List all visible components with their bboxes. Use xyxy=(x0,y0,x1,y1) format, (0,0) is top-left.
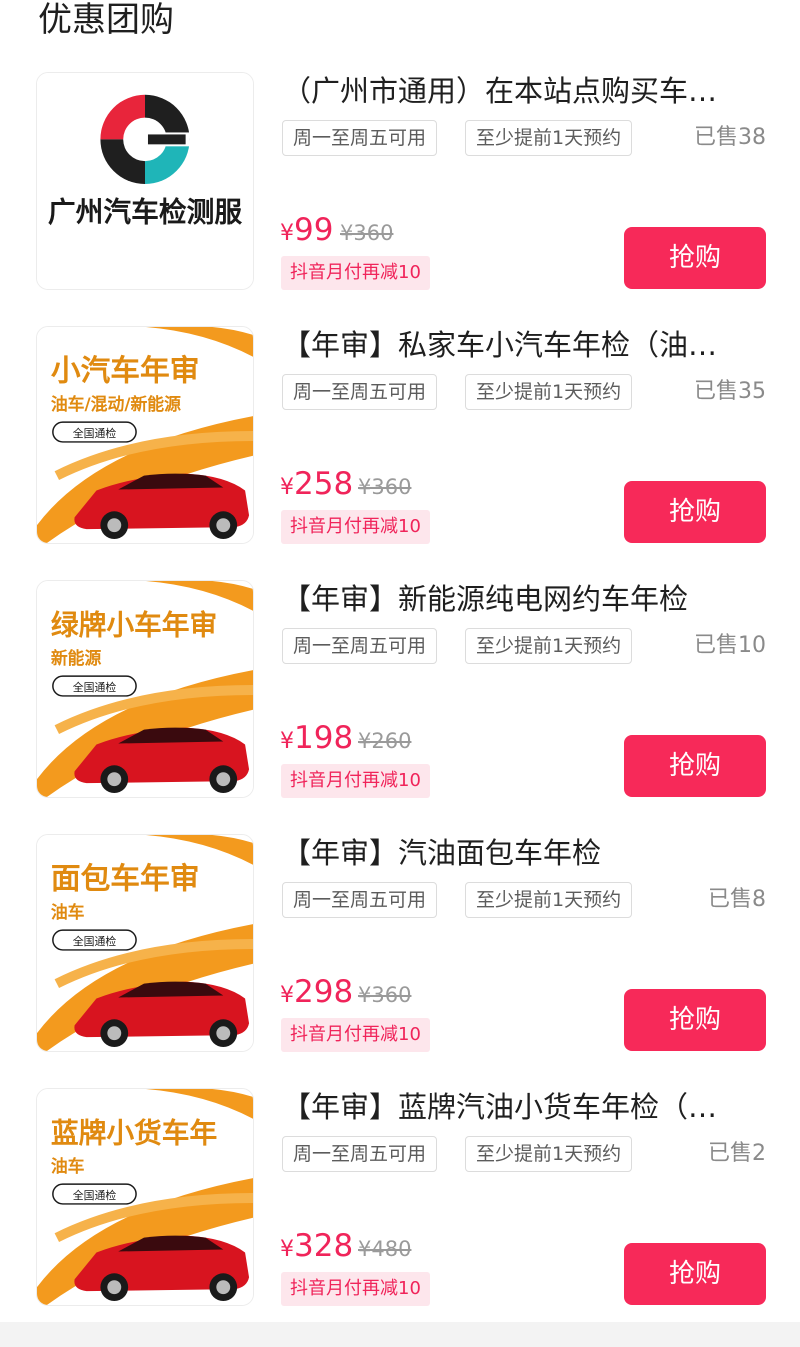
banner-badge: 全国通检 xyxy=(73,680,117,694)
deal-thumbnail[interactable]: 面包车年审 油车 全国通检 xyxy=(36,834,254,1052)
usage-tag: 周一至周五可用 xyxy=(282,882,438,918)
deal-title[interactable]: 【年审】汽油面包车年检 xyxy=(282,834,762,872)
buy-button[interactable]: 抢购 xyxy=(624,227,766,289)
booking-tag: 至少提前1天预约 xyxy=(465,374,633,410)
price-value: 298 xyxy=(294,974,354,1010)
car-banner-image: 蓝牌小货车年 油车 全国通检 xyxy=(37,1089,253,1305)
promo-badge: 抖音月付再减10 xyxy=(281,1272,430,1306)
car-banner-image: 小汽车年审 油车/混动/新能源 全国通检 xyxy=(37,327,253,543)
promo-badge: 抖音月付再减10 xyxy=(281,1018,430,1052)
deal-title[interactable]: （广州市通用）在本站点购买车… xyxy=(282,72,762,110)
booking-tag: 至少提前1天预约 xyxy=(465,120,633,156)
deal-price: ¥99 xyxy=(280,212,333,252)
deal-price: ¥298 xyxy=(280,974,353,1014)
promo-badge: 抖音月付再减10 xyxy=(281,510,430,544)
promo-badge: 抖音月付再减10 xyxy=(281,256,430,290)
deal-thumbnail[interactable]: 蓝牌小货车年 油车 全国通检 xyxy=(36,1088,254,1306)
sold-count: 已售8 xyxy=(708,887,766,912)
price-value: 258 xyxy=(294,466,354,502)
promo-badge: 抖音月付再减10 xyxy=(281,764,430,798)
deal-item[interactable]: 蓝牌小货车年 油车 全国通检 【年审】蓝牌汽油小货车年检（… 周一至周五可用 至… xyxy=(0,1088,800,1306)
original-price: ¥360 xyxy=(358,983,412,1007)
original-price: ¥360 xyxy=(340,221,394,245)
deal-thumbnail[interactable]: 小汽车年审 油车/混动/新能源 全国通检 xyxy=(36,326,254,544)
booking-tag: 至少提前1天预约 xyxy=(465,1136,633,1172)
deal-title[interactable]: 【年审】私家车小汽车年检（油… xyxy=(282,326,762,364)
deal-item[interactable]: 小汽车年审 油车/混动/新能源 全国通检 【年审】私家车小汽车年检（油… 周一至… xyxy=(0,326,800,544)
banner-subtitle: 油车 xyxy=(51,902,85,922)
deal-price: ¥198 xyxy=(280,720,353,760)
deal-item[interactable]: 面包车年审 油车 全国通检 【年审】汽油面包车年检 周一至周五可用 至少提前1天… xyxy=(0,834,800,1052)
original-price: ¥260 xyxy=(358,729,412,753)
banner-badge: 全国通检 xyxy=(73,426,117,440)
buy-button[interactable]: 抢购 xyxy=(624,1243,766,1305)
banner-headline: 小汽车年审 xyxy=(51,354,200,389)
sold-count: 已售10 xyxy=(694,633,766,658)
price-value: 328 xyxy=(294,1228,354,1264)
price-value: 99 xyxy=(294,212,334,248)
price-value: 198 xyxy=(294,720,354,756)
usage-tag: 周一至周五可用 xyxy=(282,120,438,156)
banner-subtitle: 油车/混动/新能源 xyxy=(51,394,181,414)
buy-button[interactable]: 抢购 xyxy=(624,481,766,543)
currency-symbol: ¥ xyxy=(280,221,294,246)
logo-caption: 广州汽车检测服 xyxy=(48,196,242,229)
car-banner-image: 面包车年审 油车 全国通检 xyxy=(37,835,253,1051)
deal-title[interactable]: 【年审】蓝牌汽油小货车年检（… xyxy=(282,1088,762,1126)
booking-tag: 至少提前1天预约 xyxy=(465,628,633,664)
buy-button[interactable]: 抢购 xyxy=(624,989,766,1051)
usage-tag: 周一至周五可用 xyxy=(282,374,438,410)
currency-symbol: ¥ xyxy=(280,983,294,1008)
banner-badge: 全国通检 xyxy=(73,1188,117,1202)
bottom-divider xyxy=(0,1322,800,1347)
sold-count: 已售38 xyxy=(694,125,766,150)
banner-headline: 蓝牌小货车年 xyxy=(51,1117,217,1150)
banner-headline: 绿牌小车年审 xyxy=(51,609,217,642)
usage-tag: 周一至周五可用 xyxy=(282,1136,438,1172)
inspection-logo-image: 广州汽车检测服 xyxy=(37,73,253,289)
sold-count: 已售2 xyxy=(708,1141,766,1166)
original-price: ¥480 xyxy=(358,1237,412,1261)
deal-price: ¥258 xyxy=(280,466,353,506)
usage-tag: 周一至周五可用 xyxy=(282,628,438,664)
banner-headline: 面包车年审 xyxy=(51,862,200,897)
deal-thumbnail[interactable]: 绿牌小车年审 新能源 全国通检 xyxy=(36,580,254,798)
deal-thumbnail[interactable]: 广州汽车检测服 xyxy=(36,72,254,290)
buy-button[interactable]: 抢购 xyxy=(624,735,766,797)
section-title: 优惠团购 xyxy=(38,0,174,40)
banner-badge: 全国通检 xyxy=(73,934,117,948)
banner-subtitle: 油车 xyxy=(51,1156,85,1176)
sold-count: 已售35 xyxy=(694,379,766,404)
deal-price: ¥328 xyxy=(280,1228,353,1268)
currency-symbol: ¥ xyxy=(280,729,294,754)
deal-title[interactable]: 【年审】新能源纯电网约车年检 xyxy=(282,580,762,618)
booking-tag: 至少提前1天预约 xyxy=(465,882,633,918)
currency-symbol: ¥ xyxy=(280,475,294,500)
deal-item[interactable]: 广州汽车检测服 （广州市通用）在本站点购买车… 周一至周五可用 至少提前1天预约… xyxy=(0,72,800,290)
original-price: ¥360 xyxy=(358,475,412,499)
banner-subtitle: 新能源 xyxy=(51,648,102,668)
deal-item[interactable]: 绿牌小车年审 新能源 全国通检 【年审】新能源纯电网约车年检 周一至周五可用 至… xyxy=(0,580,800,798)
car-banner-image: 绿牌小车年审 新能源 全国通检 xyxy=(37,581,253,797)
currency-symbol: ¥ xyxy=(280,1237,294,1262)
